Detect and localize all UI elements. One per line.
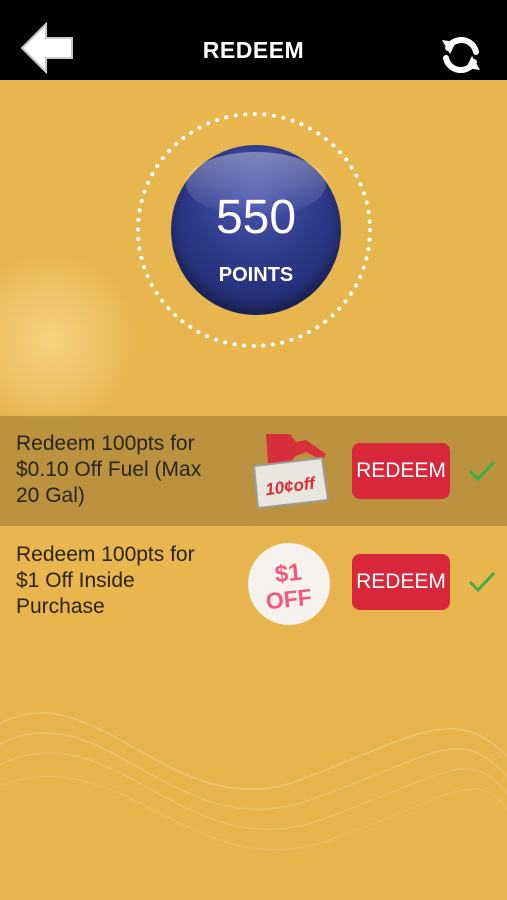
checkmark-icon: [468, 571, 496, 593]
page-title: REDEEM: [202, 37, 305, 63]
redeem-button[interactable]: REDEEM: [352, 554, 450, 610]
dollar-off-icon: $1 OFF: [248, 543, 330, 625]
offer-text-line: Redeem 100pts for: [16, 432, 195, 455]
offer-row-inside-purchase[interactable]: Redeem 100pts for $1 Off Inside Purchase…: [0, 527, 507, 637]
offer-description: Redeem 100pts for $0.10 Off Fuel (Max 20…: [16, 431, 236, 509]
offer-row-fuel[interactable]: Redeem 100pts for $0.10 Off Fuel (Max 20…: [0, 416, 507, 526]
refresh-icon: [442, 36, 480, 74]
refresh-button[interactable]: [438, 32, 484, 78]
points-label: POINTS: [218, 264, 294, 286]
fuel-coupon-icon: 10¢off: [252, 434, 330, 510]
background-waves: [0, 712, 507, 851]
offer-text-line: $1 Off Inside: [16, 569, 135, 592]
offer-description: Redeem 100pts for $1 Off Inside Purchase: [16, 542, 236, 620]
redeem-button[interactable]: REDEEM: [352, 443, 450, 499]
points-value: 550: [215, 191, 297, 244]
coupon-text-line1: $1: [274, 559, 303, 589]
offer-text-line: $0.10 Off Fuel (Max: [16, 458, 202, 481]
coupon-text-line2: OFF: [265, 584, 313, 615]
offer-text-line: Purchase: [16, 595, 105, 618]
offer-text-line: 20 Gal): [16, 484, 85, 507]
offer-text-line: Redeem 100pts for: [16, 543, 195, 566]
checkmark-icon: [468, 460, 496, 482]
